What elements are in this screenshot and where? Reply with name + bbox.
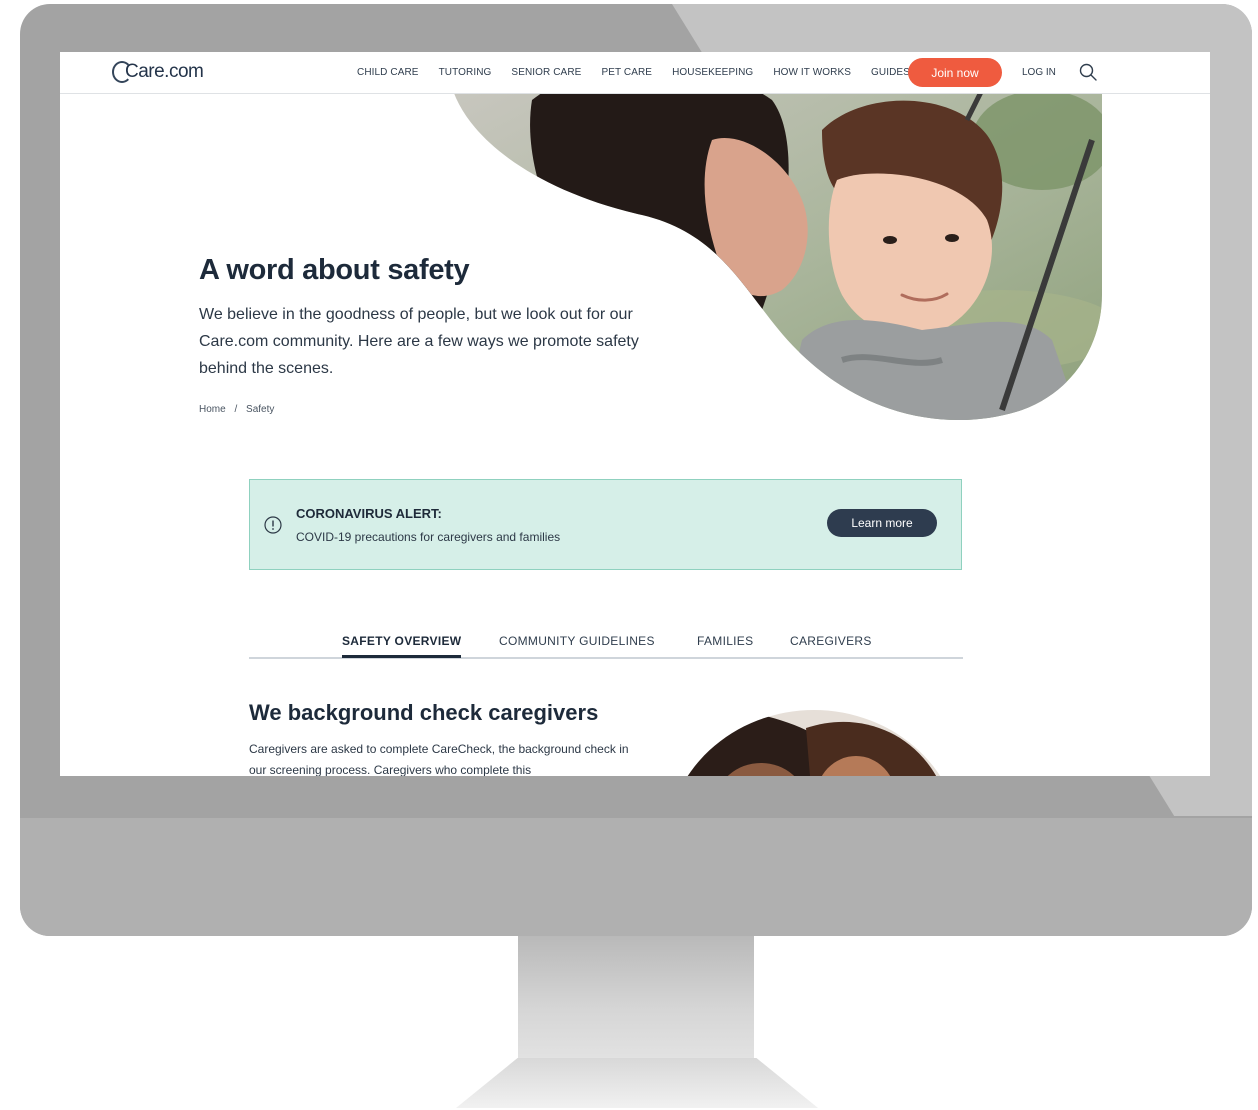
tab-community-guidelines[interactable]: COMMUNITY GUIDELINES [499, 634, 655, 648]
breadcrumb-home[interactable]: Home [199, 404, 226, 415]
nav-link-how-it-works[interactable]: HOW IT WORKS [773, 67, 851, 78]
breadcrumb: Home / Safety [199, 404, 280, 415]
join-now-button[interactable]: Join now [908, 58, 1002, 87]
browser-screen: Care.com CHILD CARE TUTORING SENIOR CARE… [60, 52, 1210, 776]
info-icon [264, 516, 282, 534]
search-icon[interactable] [1079, 63, 1097, 81]
hero-description: We believe in the goodness of people, bu… [199, 306, 639, 377]
nav-link-senior-care[interactable]: SENIOR CARE [511, 67, 581, 78]
login-link[interactable]: LOG IN [1022, 67, 1056, 78]
nav-link-housekeeping[interactable]: HOUSEKEEPING [672, 67, 753, 78]
nav-links: CHILD CARE TUTORING SENIOR CARE PET CARE… [357, 67, 930, 78]
section-description: Caregivers are asked to complete CareChe… [249, 742, 629, 776]
coronavirus-alert-banner: CORONAVIRUS ALERT: COVID-19 precautions … [249, 479, 962, 570]
tab-families[interactable]: FAMILIES [697, 634, 753, 648]
monitor-stand-base [456, 1058, 818, 1108]
page-title: A word about safety [199, 254, 470, 286]
breadcrumb-current: Safety [246, 404, 275, 415]
breadcrumb-separator: / [234, 404, 238, 415]
learn-more-button[interactable]: Learn more [827, 509, 937, 537]
monitor-chin [20, 818, 1252, 936]
safety-tabs: SAFETY OVERVIEW COMMUNITY GUIDELINES FAM… [249, 628, 963, 659]
section-title: We background check caregivers [249, 700, 599, 725]
care-logo[interactable]: Care.com [112, 58, 204, 86]
caregiver-photo [666, 710, 962, 776]
tab-safety-overview[interactable]: SAFETY OVERVIEW [342, 634, 462, 658]
nav-link-guides[interactable]: GUIDES [871, 67, 910, 78]
top-navigation: Care.com CHILD CARE TUTORING SENIOR CARE… [60, 52, 1210, 94]
alert-text: COVID-19 precautions for caregivers and … [296, 530, 561, 544]
nav-link-child-care[interactable]: CHILD CARE [357, 67, 419, 78]
tab-caregivers[interactable]: CAREGIVERS [790, 634, 872, 648]
alert-title: CORONAVIRUS ALERT: [296, 506, 442, 521]
monitor-stand-neck [518, 936, 754, 1060]
nav-link-pet-care[interactable]: PET CARE [601, 67, 652, 78]
logo-text: Care.com [125, 61, 204, 82]
nav-link-tutoring[interactable]: TUTORING [439, 67, 492, 78]
